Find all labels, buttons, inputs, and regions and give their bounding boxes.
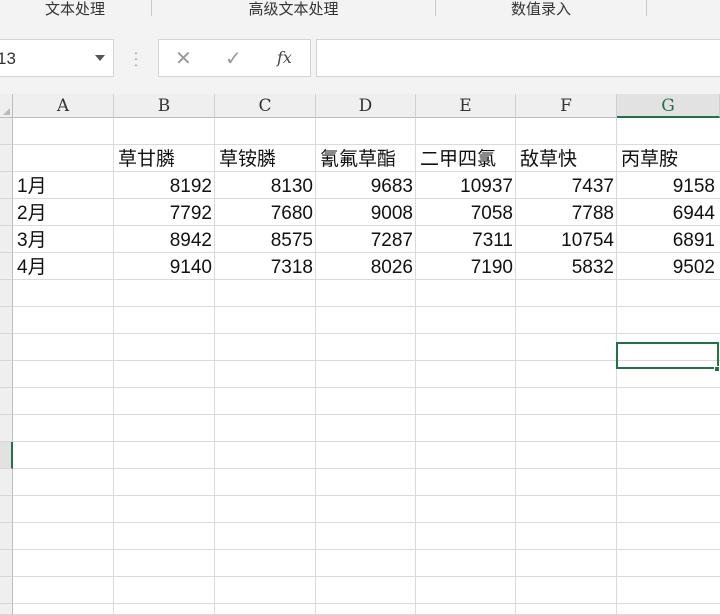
row-header[interactable] xyxy=(0,415,13,442)
header-cell[interactable]: 草铵膦 xyxy=(219,146,314,172)
row-gridline xyxy=(13,441,720,442)
data-cell[interactable]: 7788 xyxy=(516,200,614,226)
ribbon-divider xyxy=(646,0,647,16)
data-cell[interactable]: 7318 xyxy=(215,254,313,280)
column-header-c[interactable]: C xyxy=(215,94,316,118)
data-cell[interactable]: 7311 xyxy=(416,227,513,253)
month-cell[interactable]: 1月 xyxy=(17,173,112,199)
data-cell[interactable]: 9502 xyxy=(617,254,715,280)
data-cell[interactable]: 9140 xyxy=(114,254,212,280)
column-header-f[interactable]: F xyxy=(516,94,617,118)
row-header[interactable] xyxy=(0,145,13,172)
drag-handle-icon[interactable]: · · · xyxy=(133,45,139,71)
row-gridline xyxy=(13,360,720,361)
row-header[interactable] xyxy=(0,604,13,615)
row-header[interactable] xyxy=(0,226,13,253)
data-cell[interactable]: 7058 xyxy=(416,200,513,226)
row-header[interactable] xyxy=(0,496,13,523)
select-all-corner[interactable] xyxy=(0,94,13,118)
row-gridline xyxy=(13,468,720,469)
fill-handle[interactable] xyxy=(714,366,720,372)
data-cell[interactable]: 5832 xyxy=(516,254,614,280)
name-box[interactable]: 13 xyxy=(0,39,114,77)
data-cell[interactable]: 6944 xyxy=(617,200,715,226)
enter-icon[interactable]: ✓ xyxy=(225,46,242,71)
cancel-icon[interactable]: ✕ xyxy=(175,46,192,71)
insert-function-icon[interactable]: fx xyxy=(277,48,292,67)
data-cell[interactable]: 8575 xyxy=(215,227,313,253)
data-cell[interactable]: 7680 xyxy=(215,200,313,226)
formula-bar: 13 · · · ✕ ✓ fx xyxy=(0,22,720,94)
data-cell[interactable]: 9683 xyxy=(316,173,413,199)
column-header-g[interactable]: G xyxy=(617,94,720,118)
row-header[interactable] xyxy=(0,307,13,334)
data-cell[interactable]: 8130 xyxy=(215,173,313,199)
row-gridline xyxy=(13,333,720,334)
row-gridline xyxy=(13,495,720,496)
formula-input[interactable] xyxy=(316,39,720,77)
month-cell[interactable]: 3月 xyxy=(17,227,112,253)
data-cell[interactable]: 8942 xyxy=(114,227,212,253)
month-cell[interactable]: 2月 xyxy=(17,200,112,226)
month-cell[interactable]: 4月 xyxy=(17,254,112,280)
data-cell[interactable]: 8026 xyxy=(316,254,413,280)
ribbon-group-number-entry[interactable]: 数值录入 xyxy=(436,0,646,22)
column-header-d[interactable]: D xyxy=(316,94,416,118)
row-gridline xyxy=(13,603,720,604)
data-cell[interactable]: 9008 xyxy=(316,200,413,226)
data-cell[interactable]: 8192 xyxy=(114,173,212,199)
header-cell[interactable]: 敌草快 xyxy=(520,146,615,172)
column-header-e[interactable]: E xyxy=(416,94,516,118)
row-header[interactable] xyxy=(0,388,13,415)
header-cell[interactable]: 丙草胺 xyxy=(621,146,718,172)
row-header[interactable] xyxy=(0,172,13,199)
active-cell-selection[interactable] xyxy=(616,342,719,369)
name-box-value: 13 xyxy=(0,49,16,68)
row-gridline xyxy=(13,549,720,550)
ribbon-group-advanced-text[interactable]: 高级文本处理 xyxy=(152,0,435,22)
column-header-b[interactable]: B xyxy=(114,94,215,118)
row-header[interactable] xyxy=(0,199,13,226)
column-header-a[interactable]: A xyxy=(13,94,114,118)
data-cell[interactable]: 7287 xyxy=(316,227,413,253)
formula-buttons: ✕ ✓ fx xyxy=(158,39,311,77)
data-cell[interactable]: 6891 xyxy=(617,227,715,253)
row-gridline xyxy=(13,306,720,307)
header-cell[interactable]: 氰氟草酯 xyxy=(320,146,414,172)
data-cell[interactable]: 7190 xyxy=(416,254,513,280)
data-cell[interactable]: 10754 xyxy=(516,227,614,253)
ribbon-group-bar: 文本处理 高级文本处理 数值录入 xyxy=(0,0,720,23)
data-cell[interactable]: 9158 xyxy=(617,173,715,199)
row-header[interactable] xyxy=(0,253,13,280)
data-cell[interactable]: 7792 xyxy=(114,200,212,226)
row-header[interactable] xyxy=(0,577,13,604)
header-cell[interactable]: 二甲四氯 xyxy=(420,146,514,172)
chevron-down-icon[interactable] xyxy=(95,55,105,61)
row-header[interactable] xyxy=(0,469,13,496)
row-header[interactable] xyxy=(0,118,13,145)
row-gridline xyxy=(13,576,720,577)
header-cell[interactable]: 草甘膦 xyxy=(118,146,213,172)
row-gridline xyxy=(13,144,720,145)
row-gridline xyxy=(13,414,720,415)
row-header[interactable] xyxy=(0,550,13,577)
row-header[interactable] xyxy=(0,361,13,388)
row-header[interactable] xyxy=(0,334,13,361)
row-gridline xyxy=(13,522,720,523)
data-cell[interactable]: 7437 xyxy=(516,173,614,199)
row-header[interactable] xyxy=(0,280,13,307)
row-header[interactable] xyxy=(0,523,13,550)
data-cell[interactable]: 10937 xyxy=(416,173,513,199)
row-gridline xyxy=(13,387,720,388)
row-header[interactable] xyxy=(0,442,13,469)
ribbon-group-text-processing[interactable]: 文本处理 xyxy=(0,0,150,22)
